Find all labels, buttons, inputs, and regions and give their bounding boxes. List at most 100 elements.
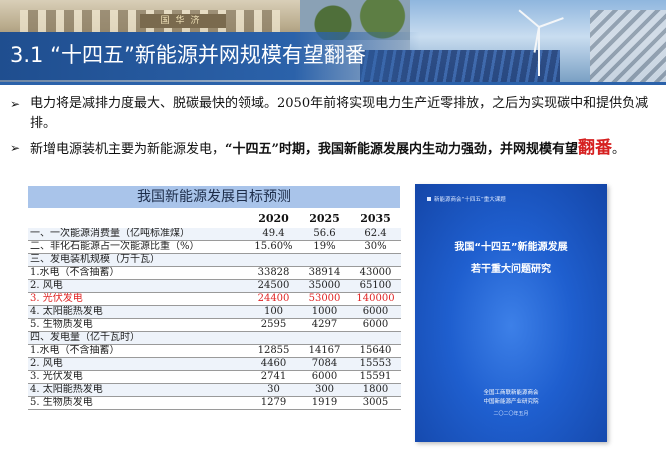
report-cover-image: 新能源商会“十四五”重大课题 我国“十四五”新能源发展 若干重大问题研究 全国工… — [415, 184, 607, 442]
arrow-bullet-icon: ➢ — [10, 141, 21, 155]
table-header-row: 2020 2025 2035 — [28, 208, 401, 228]
table-row: 三、发电装机规模（万千瓦） — [28, 253, 401, 267]
cell-2025: 14167 — [299, 344, 350, 358]
row-label: 3. 光伏发电 — [28, 370, 248, 384]
cell-2020 — [248, 253, 299, 267]
cover-org-line1: 全国工商联新能源商会 — [483, 390, 539, 396]
cell-2035: 15553 — [350, 357, 401, 371]
table-row: 4. 太阳能热发电 30 300 1800 — [28, 383, 401, 397]
cell-2020: 24500 — [248, 279, 299, 293]
bullet-highlight: 翻番 — [577, 138, 612, 158]
header-banner: 国华济 3.1 “十四五”新能源并网规模有望翻番 — [0, 0, 666, 82]
cell-2025 — [299, 253, 350, 267]
projection-table: 2020 2025 2035 一、一次能源消费量（亿吨标准煤） 49.4 56.… — [28, 208, 401, 410]
cell-2035: 43000 — [350, 266, 401, 280]
bullet-text: 电力将是减排力度最大、脱碳最快的领域。2050年前将实现电力生产近零排放，之后为… — [30, 96, 649, 131]
table-row: 1.水电（不含抽蓄） 33828 38914 43000 — [28, 266, 401, 280]
cell-2035: 140000 — [350, 292, 401, 306]
cell-2035: 15591 — [350, 370, 401, 384]
cell-2025 — [299, 331, 350, 345]
row-label: 二、非化石能源占一次能源比重（%） — [28, 240, 248, 254]
row-label: 4. 太阳能热发电 — [28, 383, 248, 397]
row-label: 5. 生物质发电 — [28, 396, 248, 410]
cell-2020: 30 — [248, 383, 299, 397]
cell-2020: 2595 — [248, 318, 299, 332]
cell-2025: 38914 — [299, 266, 350, 280]
cell-2035 — [350, 331, 401, 345]
cell-2025: 1000 — [299, 305, 350, 319]
cell-2035: 6000 — [350, 318, 401, 332]
cell-2020: 2741 — [248, 370, 299, 384]
cell-2035: 1800 — [350, 383, 401, 397]
cell-2025: 6000 — [299, 370, 350, 384]
cell-2020 — [248, 331, 299, 345]
cell-2035 — [350, 253, 401, 267]
cell-2020: 33828 — [248, 266, 299, 280]
header-divider — [0, 82, 666, 85]
cover-top-text: 新能源商会“十四五”重大课题 — [434, 197, 506, 203]
cell-2035: 62.4 — [350, 228, 401, 241]
cover-top-label: 新能源商会“十四五”重大课题 — [427, 195, 506, 203]
cell-2035: 30% — [350, 240, 401, 254]
cover-title-line2: 若干重大问题研究 — [471, 264, 551, 275]
table-row: 1.水电（不含抽蓄） 12855 14167 15640 — [28, 344, 401, 358]
cell-2020: 24400 — [248, 292, 299, 306]
cell-2035: 65100 — [350, 279, 401, 293]
table-row: 2. 风电 4460 7084 15553 — [28, 357, 401, 371]
cell-2035: 15640 — [350, 344, 401, 358]
cell-2020: 12855 — [248, 344, 299, 358]
cell-2025: 4297 — [299, 318, 350, 332]
table-row: 5. 生物质发电 2595 4297 6000 — [28, 318, 401, 332]
cover-date: 二〇二〇年五月 — [493, 411, 529, 417]
cover-org-line2: 中国新能源产业研究院 — [483, 399, 539, 405]
cell-2025: 300 — [299, 383, 350, 397]
table-row: 4. 太阳能热发电 100 1000 6000 — [28, 305, 401, 319]
bullet-list: ➢ 电力将是减排力度最大、脱碳最快的领域。2050年前将实现电力生产近零排放，之… — [10, 94, 660, 164]
row-label: 三、发电装机规模（万千瓦） — [28, 253, 248, 267]
table-row-highlighted: 3. 光伏发电 24400 53000 140000 — [28, 292, 401, 306]
bullet-item: ➢ 电力将是减排力度最大、脱碳最快的领域。2050年前将实现电力生产近零排放，之… — [10, 94, 660, 134]
row-label: 5. 生物质发电 — [28, 318, 248, 332]
table-row: 2. 风电 24500 35000 65100 — [28, 279, 401, 293]
cell-2035: 3005 — [350, 396, 401, 410]
cover-title-line1: 我国“十四五”新能源发展 — [454, 242, 568, 253]
cell-2035: 6000 — [350, 305, 401, 319]
table-row: 四、发电量（亿千瓦时） — [28, 331, 401, 345]
row-label: 1.水电（不含抽蓄） — [28, 344, 248, 358]
cell-2020: 1279 — [248, 396, 299, 410]
cell-2025: 56.6 — [299, 228, 350, 241]
row-label: 4. 太阳能热发电 — [28, 305, 248, 319]
cell-2025: 53000 — [299, 292, 350, 306]
row-label: 2. 风电 — [28, 357, 248, 371]
banner-solar-mirror-image — [590, 10, 666, 82]
column-header — [28, 208, 248, 228]
cell-2025: 7084 — [299, 357, 350, 371]
cell-2020: 49.4 — [248, 228, 299, 241]
bullet-text-end: 。 — [611, 142, 625, 157]
bullet-text-bold: “十四五”时期，我国新能源发展内生动力强劲，并网规模有望 — [225, 142, 578, 157]
table-row: 3. 光伏发电 2741 6000 15591 — [28, 370, 401, 384]
cell-2025: 19% — [299, 240, 350, 254]
table-row: 二、非化石能源占一次能源比重（%） 15.60% 19% 30% — [28, 240, 401, 254]
table-row: 一、一次能源消费量（亿吨标准煤） 49.4 56.6 62.4 — [28, 228, 401, 241]
row-label: 2. 风电 — [28, 279, 248, 293]
bullet-text-plain: 新增电源装机主要为新能源发电， — [30, 142, 226, 157]
cell-2020: 15.60% — [248, 240, 299, 254]
arrow-bullet-icon: ➢ — [10, 97, 21, 111]
column-header: 2025 — [309, 211, 340, 225]
projection-table-panel: 我国新能源发展目标预测 2020 2025 2035 一、一次能源消费量（亿吨标… — [28, 186, 401, 440]
page-title: 3.1 “十四五”新能源并网规模有望翻番 — [10, 43, 366, 67]
cell-2025: 1919 — [299, 396, 350, 410]
cell-2020: 4460 — [248, 357, 299, 371]
row-label: 1.水电（不含抽蓄） — [28, 266, 248, 280]
column-header: 2020 — [258, 211, 289, 225]
row-label: 一、一次能源消费量（亿吨标准煤） — [28, 228, 248, 241]
bullet-item: ➢ 新增电源装机主要为新能源发电，“十四五”时期，我国新能源发展内生动力强劲，并… — [10, 138, 660, 160]
row-label: 四、发电量（亿千瓦时） — [28, 331, 248, 345]
table-row: 5. 生物质发电 1279 1919 3005 — [28, 396, 401, 410]
square-marker-icon — [427, 197, 431, 201]
cell-2025: 35000 — [299, 279, 350, 293]
row-label: 3. 光伏发电 — [28, 292, 248, 306]
table-title: 我国新能源发展目标预测 — [28, 186, 400, 208]
column-header: 2035 — [360, 211, 391, 225]
